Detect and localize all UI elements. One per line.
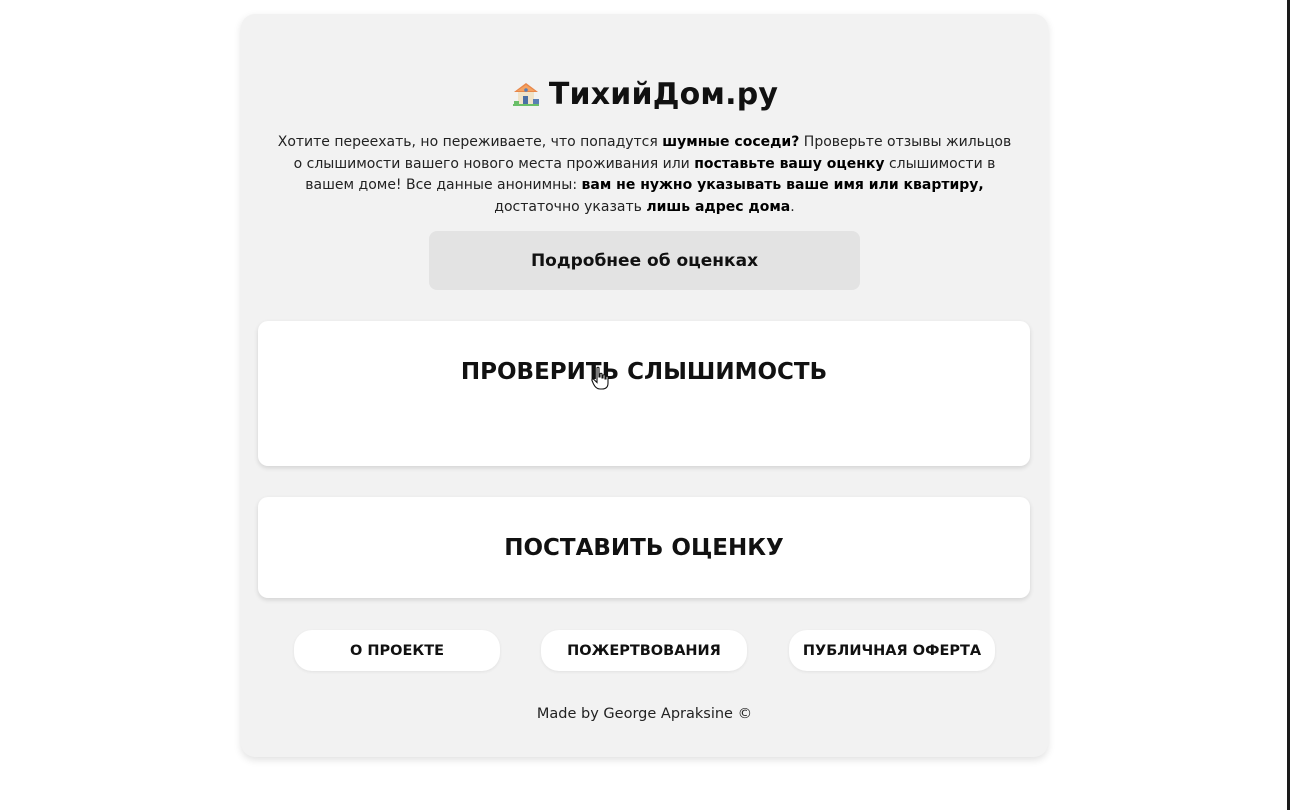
intro-text-bold: поставьте вашу оценку <box>694 155 885 172</box>
author-credit: Made by George Apraksine © <box>536 706 753 722</box>
intro-text: Хотите переехать, но переживаете, что по… <box>277 132 1012 218</box>
header: ТихийДом.ру <box>241 72 1048 116</box>
page: ТихийДом.ру Хотите переехать, но пережив… <box>0 0 1290 810</box>
submit-rating-label: ПОСТАВИТЬ ОЦЕНКУ <box>504 535 784 561</box>
page-title: ТихийДом.ру <box>548 76 779 112</box>
check-audibility-button[interactable]: ПРОВЕРИТЬ СЛЫШИМОСТЬ <box>258 321 1030 466</box>
about-project-link[interactable]: О ПРОЕКТЕ <box>294 630 500 671</box>
intro-text-part: . <box>790 198 795 215</box>
check-audibility-label: ПРОВЕРИТЬ СЛЫШИМОСТЬ <box>460 359 828 385</box>
hand-pointer-icon <box>591 366 609 390</box>
donations-link[interactable]: ПОЖЕРТВОВАНИЯ <box>541 630 747 671</box>
public-offer-link[interactable]: ПУБЛИЧНАЯ ОФЕРТА <box>789 630 995 671</box>
intro-text-part: Хотите переехать, но переживаете, что по… <box>277 134 663 150</box>
more-about-ratings-button[interactable]: Подробнее об оценках <box>429 231 860 290</box>
intro-text-part: достаточно указать <box>494 198 647 215</box>
intro-text-bold: лишь адрес дома <box>646 198 791 215</box>
house-with-garden-icon <box>511 79 541 109</box>
intro-text-bold: вам не нужно указывать ваше имя или квар… <box>581 177 984 193</box>
footer-nav: О ПРОЕКТЕ ПОЖЕРТВОВАНИЯ ПУБЛИЧНАЯ ОФЕРТА <box>241 630 1048 671</box>
intro-text-bold: шумные соседи? <box>662 134 800 150</box>
main-card: ТихийДом.ру Хотите переехать, но пережив… <box>241 14 1048 757</box>
submit-rating-button[interactable]: ПОСТАВИТЬ ОЦЕНКУ <box>258 497 1030 598</box>
